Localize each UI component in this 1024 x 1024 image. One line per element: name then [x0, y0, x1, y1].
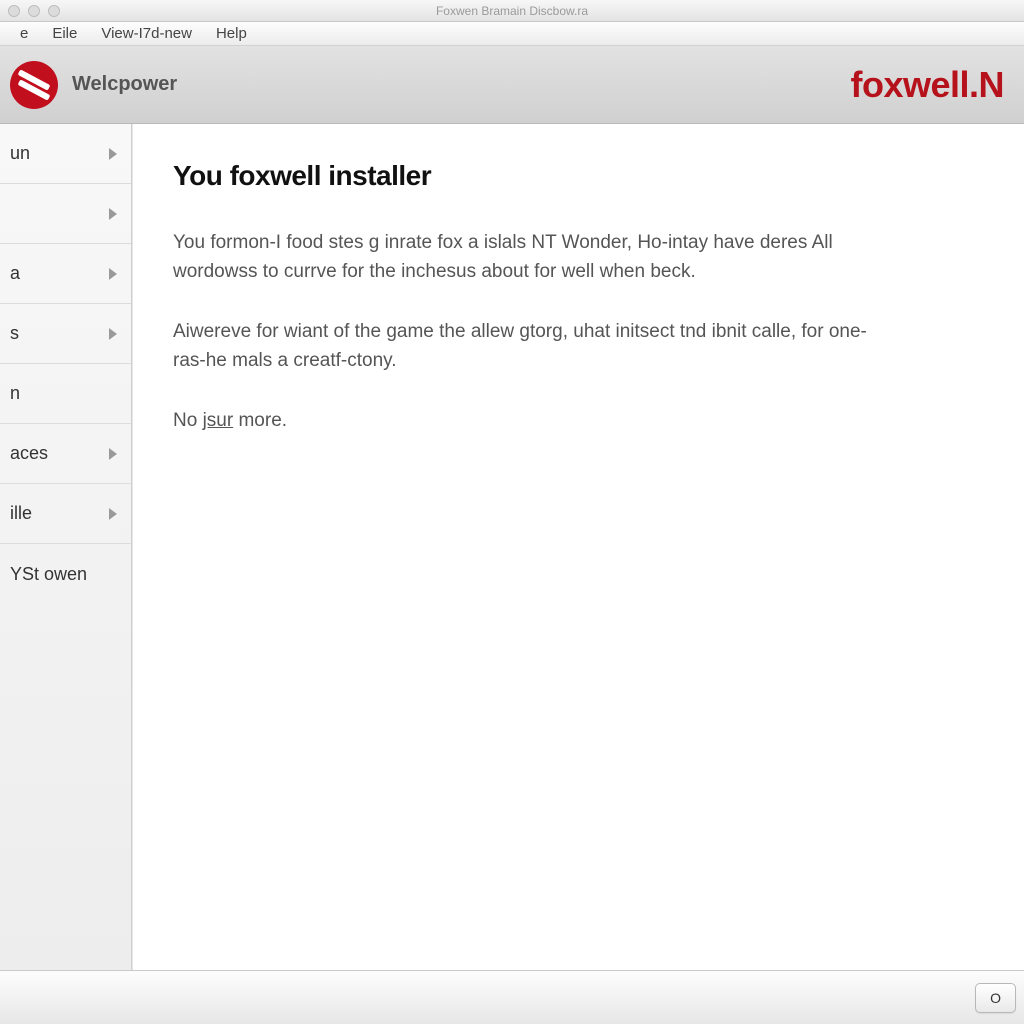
menu-e[interactable]: e — [16, 23, 32, 44]
p3-prefix: No — [173, 410, 203, 431]
sidebar-item-label: a — [10, 263, 20, 284]
chevron-right-icon — [109, 448, 117, 460]
app-logo-icon — [10, 61, 58, 109]
sidebar-item-4[interactable]: n — [0, 364, 131, 424]
chevron-right-icon — [109, 268, 117, 280]
main-layout: un a s n aces ille YSt owen — [0, 124, 1024, 970]
intro-paragraph-2: Aiwereve for wiant of the game the allew… — [173, 317, 873, 376]
logo-group: Welcpower — [10, 61, 177, 109]
chevron-right-icon — [109, 148, 117, 160]
window-titlebar: Foxwen Bramain Discbow.ra — [0, 0, 1024, 22]
primary-button[interactable]: O — [975, 983, 1016, 1013]
close-window-icon[interactable] — [8, 5, 20, 17]
p3-link[interactable]: jsur — [203, 410, 234, 431]
traffic-lights — [8, 5, 60, 17]
sidebar-item-0[interactable]: un — [0, 124, 131, 184]
chevron-right-icon — [109, 328, 117, 340]
window-title: Foxwen Bramain Discbow.ra — [0, 4, 1024, 18]
sidebar-item-3[interactable]: s — [0, 304, 131, 364]
menu-help[interactable]: Help — [212, 23, 251, 44]
sidebar-item-label: un — [10, 143, 30, 164]
sidebar-item-label: ille — [10, 503, 32, 524]
chevron-right-icon — [109, 208, 117, 220]
intro-paragraph-1: You formon-I food stes g inrate fox a is… — [173, 228, 873, 287]
menu-file[interactable]: Eile — [48, 23, 81, 44]
sidebar-item-label: s — [10, 323, 19, 344]
p3-suffix: more. — [233, 410, 287, 431]
sidebar-item-label: n — [10, 383, 20, 404]
page-title: You foxwell installer — [173, 160, 980, 192]
sidebar: un a s n aces ille YSt owen — [0, 124, 132, 970]
brand-logo: foxwell.N — [850, 64, 1004, 106]
menubar: e Eile View-I7d-new Help — [0, 22, 1024, 46]
menu-view[interactable]: View-I7d-new — [97, 23, 196, 44]
chevron-right-icon — [109, 508, 117, 520]
app-name: Welcpower — [72, 73, 177, 96]
sidebar-item-6[interactable]: ille — [0, 484, 131, 544]
app-header: Welcpower foxwell.N — [0, 46, 1024, 124]
sidebar-item-2[interactable]: a — [0, 244, 131, 304]
sidebar-item-label: YSt owen — [10, 564, 87, 585]
sidebar-item-7[interactable]: YSt owen — [0, 544, 131, 604]
content-panel: You foxwell installer You formon-I food … — [132, 124, 1024, 970]
footer-bar: O — [0, 970, 1024, 1024]
sidebar-item-5[interactable]: aces — [0, 424, 131, 484]
sidebar-item-1[interactable] — [0, 184, 131, 244]
sidebar-item-label: aces — [10, 443, 48, 464]
zoom-window-icon[interactable] — [48, 5, 60, 17]
intro-paragraph-3: No jsur more. — [173, 406, 873, 435]
minimize-window-icon[interactable] — [28, 5, 40, 17]
